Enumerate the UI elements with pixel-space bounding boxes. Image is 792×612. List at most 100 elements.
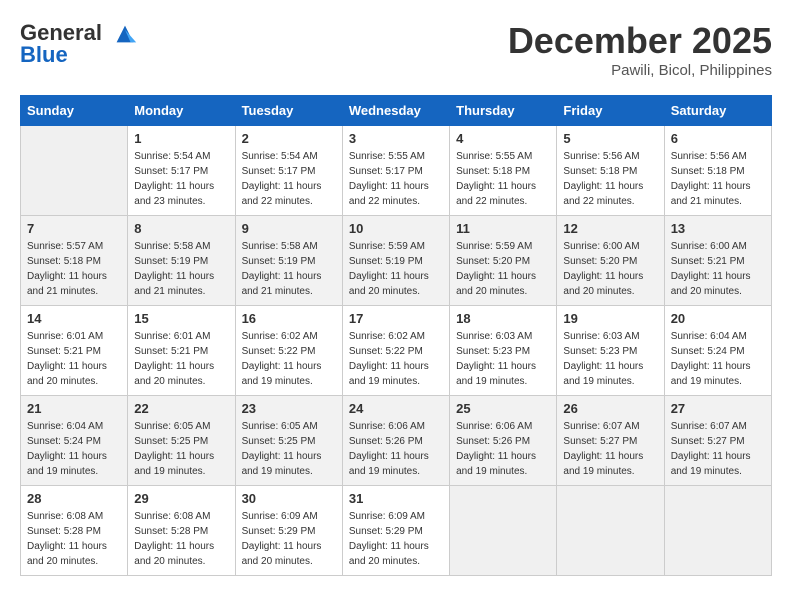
calendar-cell: 4 Sunrise: 5:55 AMSunset: 5:18 PMDaylight…	[450, 126, 557, 216]
calendar-cell	[557, 486, 664, 576]
calendar-week-3: 14 Sunrise: 6:01 AMSunset: 5:21 PMDayligh…	[21, 306, 772, 396]
day-number: 12	[563, 221, 657, 236]
calendar-cell: 24 Sunrise: 6:06 AMSunset: 5:26 PMDayligh…	[342, 396, 449, 486]
calendar-cell: 6 Sunrise: 5:56 AMSunset: 5:18 PMDaylight…	[664, 126, 771, 216]
day-info: Sunrise: 5:58 AMSunset: 5:19 PMDaylight:…	[134, 239, 228, 299]
weekday-header-row: SundayMondayTuesdayWednesdayThursdayFrid…	[21, 96, 772, 126]
day-info: Sunrise: 6:01 AMSunset: 5:21 PMDaylight:…	[134, 329, 228, 389]
day-info: Sunrise: 6:08 AMSunset: 5:28 PMDaylight:…	[27, 509, 121, 569]
calendar-cell: 11 Sunrise: 5:59 AMSunset: 5:20 PMDayligh…	[450, 216, 557, 306]
day-number: 2	[242, 131, 336, 146]
day-info: Sunrise: 6:07 AMSunset: 5:27 PMDaylight:…	[563, 419, 657, 479]
day-info: Sunrise: 5:54 AMSunset: 5:17 PMDaylight:…	[134, 149, 228, 209]
day-number: 7	[27, 221, 121, 236]
calendar-week-5: 28Sunrise: 6:08 AMSunset: 5:28 PMDayligh…	[21, 486, 772, 576]
calendar-cell: 16Sunrise: 6:02 AMSunset: 5:22 PMDayligh…	[235, 306, 342, 396]
weekday-header-tuesday: Tuesday	[235, 96, 342, 126]
day-info: Sunrise: 5:56 AMSunset: 5:18 PMDaylight:…	[671, 149, 765, 209]
weekday-header-wednesday: Wednesday	[342, 96, 449, 126]
calendar-cell: 9 Sunrise: 5:58 AMSunset: 5:19 PMDaylight…	[235, 216, 342, 306]
day-info: Sunrise: 6:04 AMSunset: 5:24 PMDaylight:…	[671, 329, 765, 389]
calendar-cell: 1 Sunrise: 5:54 AMSunset: 5:17 PMDaylight…	[128, 126, 235, 216]
calendar-cell: 28Sunrise: 6:08 AMSunset: 5:28 PMDayligh…	[21, 486, 128, 576]
day-info: Sunrise: 6:06 AMSunset: 5:26 PMDaylight:…	[349, 419, 443, 479]
day-number: 6	[671, 131, 765, 146]
calendar-cell: 7 Sunrise: 5:57 AMSunset: 5:18 PMDaylight…	[21, 216, 128, 306]
calendar-cell: 21 Sunrise: 6:04 AMSunset: 5:24 PMDayligh…	[21, 396, 128, 486]
day-info: Sunrise: 6:09 AMSunset: 5:29 PMDaylight:…	[349, 509, 443, 569]
weekday-header-monday: Monday	[128, 96, 235, 126]
calendar-week-1: 1 Sunrise: 5:54 AMSunset: 5:17 PMDaylight…	[21, 126, 772, 216]
day-number: 5	[563, 131, 657, 146]
calendar-cell: 17 Sunrise: 6:02 AMSunset: 5:22 PMDayligh…	[342, 306, 449, 396]
weekday-header-friday: Friday	[557, 96, 664, 126]
day-info: Sunrise: 5:59 AMSunset: 5:20 PMDaylight:…	[456, 239, 550, 299]
day-info: Sunrise: 6:05 AMSunset: 5:25 PMDaylight:…	[242, 419, 336, 479]
day-number: 25	[456, 401, 550, 416]
month-title: December 2025	[508, 20, 772, 62]
calendar-cell: 27Sunrise: 6:07 AMSunset: 5:27 PMDayligh…	[664, 396, 771, 486]
day-info: Sunrise: 6:00 AMSunset: 5:21 PMDaylight:…	[671, 239, 765, 299]
calendar-cell: 15 Sunrise: 6:01 AMSunset: 5:21 PMDayligh…	[128, 306, 235, 396]
calendar-cell: 19Sunrise: 6:03 AMSunset: 5:23 PMDayligh…	[557, 306, 664, 396]
calendar-table: SundayMondayTuesdayWednesdayThursdayFrid…	[20, 95, 772, 576]
day-info: Sunrise: 6:04 AMSunset: 5:24 PMDaylight:…	[27, 419, 121, 479]
day-number: 14	[27, 311, 121, 326]
calendar-cell: 14 Sunrise: 6:01 AMSunset: 5:21 PMDayligh…	[21, 306, 128, 396]
calendar-cell: 3 Sunrise: 5:55 AMSunset: 5:17 PMDaylight…	[342, 126, 449, 216]
calendar-cell: 20 Sunrise: 6:04 AMSunset: 5:24 PMDayligh…	[664, 306, 771, 396]
day-info: Sunrise: 6:03 AMSunset: 5:23 PMDaylight:…	[456, 329, 550, 389]
calendar-cell: 26 Sunrise: 6:07 AMSunset: 5:27 PMDayligh…	[557, 396, 664, 486]
day-number: 4	[456, 131, 550, 146]
day-number: 15	[134, 311, 228, 326]
calendar-week-4: 21 Sunrise: 6:04 AMSunset: 5:24 PMDayligh…	[21, 396, 772, 486]
day-number: 27	[671, 401, 765, 416]
calendar-cell: 5Sunrise: 5:56 AMSunset: 5:18 PMDaylight…	[557, 126, 664, 216]
day-number: 9	[242, 221, 336, 236]
calendar-cell: 8Sunrise: 5:58 AMSunset: 5:19 PMDaylight…	[128, 216, 235, 306]
logo-icon	[111, 22, 139, 46]
day-info: Sunrise: 5:57 AMSunset: 5:18 PMDaylight:…	[27, 239, 121, 299]
day-number: 19	[563, 311, 657, 326]
day-info: Sunrise: 6:01 AMSunset: 5:21 PMDaylight:…	[27, 329, 121, 389]
day-info: Sunrise: 5:55 AMSunset: 5:17 PMDaylight:…	[349, 149, 443, 209]
calendar-cell: 29 Sunrise: 6:08 AMSunset: 5:28 PMDayligh…	[128, 486, 235, 576]
day-number: 17	[349, 311, 443, 326]
day-number: 24	[349, 401, 443, 416]
page-header: General Blue December 2025 Pawili, Bicol…	[20, 20, 772, 79]
calendar-body: 1 Sunrise: 5:54 AMSunset: 5:17 PMDaylight…	[21, 126, 772, 576]
weekday-header-saturday: Saturday	[664, 96, 771, 126]
calendar-cell: 23Sunrise: 6:05 AMSunset: 5:25 PMDayligh…	[235, 396, 342, 486]
day-number: 20	[671, 311, 765, 326]
calendar-cell: 31 Sunrise: 6:09 AMSunset: 5:29 PMDayligh…	[342, 486, 449, 576]
day-number: 11	[456, 221, 550, 236]
day-number: 3	[349, 131, 443, 146]
calendar-cell: 2Sunrise: 5:54 AMSunset: 5:17 PMDaylight…	[235, 126, 342, 216]
day-info: Sunrise: 5:58 AMSunset: 5:19 PMDaylight:…	[242, 239, 336, 299]
calendar-cell: 12Sunrise: 6:00 AMSunset: 5:20 PMDayligh…	[557, 216, 664, 306]
day-number: 1	[134, 131, 228, 146]
calendar-cell	[664, 486, 771, 576]
calendar-cell: 18 Sunrise: 6:03 AMSunset: 5:23 PMDayligh…	[450, 306, 557, 396]
day-number: 16	[242, 311, 336, 326]
day-info: Sunrise: 5:59 AMSunset: 5:19 PMDaylight:…	[349, 239, 443, 299]
day-number: 29	[134, 491, 228, 506]
logo-general: General	[20, 20, 102, 45]
day-number: 31	[349, 491, 443, 506]
day-number: 10	[349, 221, 443, 236]
day-number: 22	[134, 401, 228, 416]
weekday-header-sunday: Sunday	[21, 96, 128, 126]
day-number: 18	[456, 311, 550, 326]
calendar-cell: 25 Sunrise: 6:06 AMSunset: 5:26 PMDayligh…	[450, 396, 557, 486]
day-info: Sunrise: 5:55 AMSunset: 5:18 PMDaylight:…	[456, 149, 550, 209]
day-number: 21	[27, 401, 121, 416]
day-number: 26	[563, 401, 657, 416]
day-info: Sunrise: 6:09 AMSunset: 5:29 PMDaylight:…	[242, 509, 336, 569]
day-info: Sunrise: 6:02 AMSunset: 5:22 PMDaylight:…	[349, 329, 443, 389]
weekday-header-thursday: Thursday	[450, 96, 557, 126]
logo: General Blue	[20, 20, 139, 68]
day-info: Sunrise: 6:06 AMSunset: 5:26 PMDaylight:…	[456, 419, 550, 479]
calendar-header: SundayMondayTuesdayWednesdayThursdayFrid…	[21, 96, 772, 126]
day-info: Sunrise: 6:08 AMSunset: 5:28 PMDaylight:…	[134, 509, 228, 569]
location: Pawili, Bicol, Philippines	[508, 62, 772, 79]
